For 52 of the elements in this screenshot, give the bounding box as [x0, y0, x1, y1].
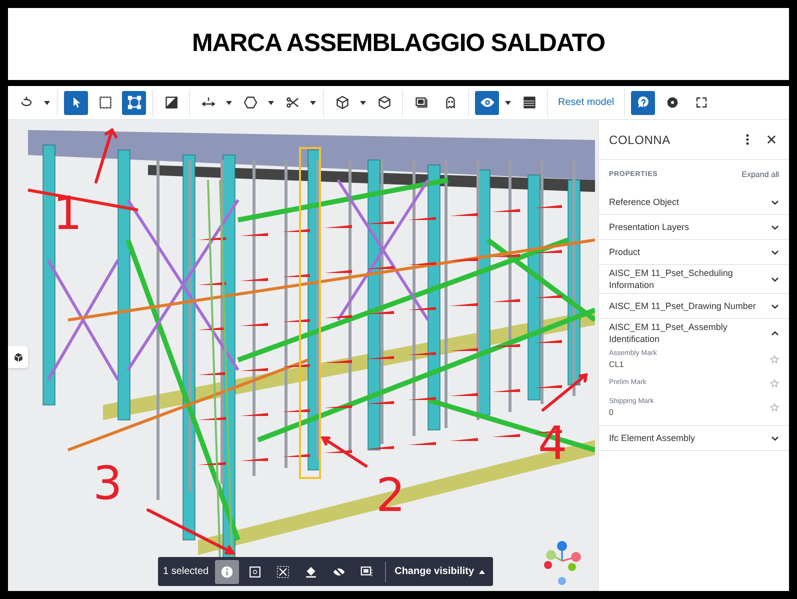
chevron-down-icon — [771, 200, 779, 204]
star-icon — [770, 354, 778, 364]
cube-outline-icon — [376, 95, 392, 110]
help-icon — [636, 95, 651, 110]
info-icon — [220, 564, 234, 578]
reset-model-link[interactable]: Reset model — [554, 95, 618, 110]
star-icon — [770, 378, 778, 388]
frame-focus-icon — [248, 564, 262, 578]
polygon-icon — [242, 95, 258, 110]
cube-icon — [334, 95, 350, 110]
star-icon — [770, 402, 778, 412]
toolbar-button[interactable] — [631, 90, 656, 114]
annotation-arrow — [320, 436, 368, 468]
fullscreen-icon — [694, 95, 709, 110]
chevron-down-icon — [771, 436, 779, 440]
model-tree-button[interactable] — [8, 346, 28, 368]
property-value: 0 — [609, 406, 614, 418]
eye-icon — [480, 95, 494, 110]
kebab-icon — [746, 134, 748, 145]
isolate-icon — [276, 564, 290, 578]
screen-icon — [414, 95, 428, 110]
panel-title: COLONNA — [609, 132, 672, 148]
chevron-up-icon — [771, 330, 779, 336]
axis-gizmo-drawing — [544, 541, 584, 587]
cube-icon — [12, 352, 24, 362]
box-select-icon — [98, 95, 112, 110]
chevron-down-icon — [771, 224, 779, 230]
fit-frame-icon — [126, 95, 142, 110]
change-visibility-button[interactable]: Change visibility — [392, 564, 488, 579]
property-value: CL1 — [609, 358, 625, 370]
annotation-number: 3 — [93, 460, 122, 506]
expand-all-link[interactable]: Expand all — [742, 169, 779, 181]
page-heading: MARCA ASSEMBLAGGIO SALDATO — [192, 28, 605, 60]
grid-panel-icon — [522, 95, 536, 110]
contrast-square-icon — [164, 95, 178, 110]
chevron-down-icon — [771, 250, 779, 254]
annotation-number: 1 — [53, 190, 82, 236]
selection-tool-button[interactable] — [214, 560, 239, 584]
annotation-arrow — [94, 128, 118, 184]
scissors-icon — [284, 95, 300, 110]
chevron-down-icon — [771, 276, 779, 282]
selection-count: 1 selected — [163, 565, 210, 579]
screen-icon — [360, 564, 374, 578]
toolbar-button[interactable] — [122, 90, 146, 114]
toolbar-button[interactable] — [64, 90, 88, 114]
paint-bucket-icon — [304, 564, 318, 578]
chevron-down-icon — [771, 304, 779, 308]
annotation-arrow — [542, 373, 588, 412]
settings-icon — [664, 95, 680, 110]
caret-icon — [479, 570, 486, 574]
toolbar-button[interactable] — [475, 90, 499, 114]
close-icon — [766, 135, 776, 144]
